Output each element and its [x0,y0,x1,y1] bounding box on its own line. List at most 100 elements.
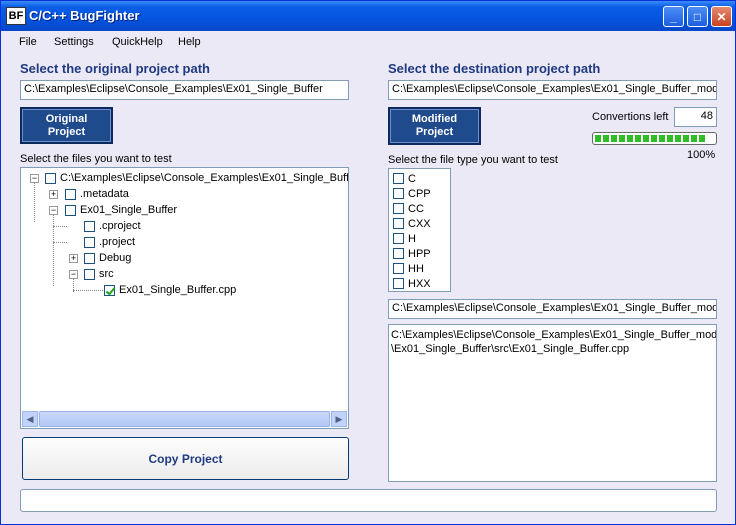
menu-settings[interactable]: Settings [54,36,94,48]
collapse-icon[interactable]: − [30,174,39,183]
destination-path-heading: Select the destination project path [388,61,601,76]
files-label: Select the files you want to test [20,153,172,165]
output-line: C:\Examples\Eclipse\Console_Examples\Ex0… [391,329,717,341]
app-icon: BF [6,7,26,25]
destination-path-input[interactable]: C:\Examples\Eclipse\Console_Examples\Ex0… [388,80,717,100]
filetype-label: C [408,172,416,185]
filetype-option-cc[interactable]: CC [393,201,424,216]
tree-checkbox[interactable] [84,252,95,264]
original-path-heading: Select the original project path [20,61,210,76]
progress-segment [651,135,657,142]
tree-node-debug[interactable]: Debug [84,250,131,266]
filetype-option-hxx[interactable]: HXX [393,276,431,291]
tree-node-dotproject[interactable]: .project [84,234,135,250]
original-project-button[interactable]: Original Project [20,107,113,144]
filetype-checkbox[interactable] [393,278,404,289]
menu-bar: File Settings QuickHelp Help [1,31,735,53]
tree-node-project[interactable]: Ex01_Single_Buffer [65,202,177,218]
filetype-checkbox[interactable] [393,233,404,244]
progress-segment [595,135,601,142]
conversions-progress-bar [592,132,717,145]
filetype-label: HPP [408,247,431,260]
tree-line [53,242,67,243]
filetype-checkbox[interactable] [393,173,404,184]
tree-checkbox[interactable] [84,268,95,280]
close-button[interactable]: ✕ [711,6,732,27]
scroll-right-icon[interactable]: ▶ [331,411,347,427]
scroll-left-icon[interactable]: ◀ [22,411,38,427]
scrollbar-thumb[interactable] [39,411,330,427]
filetype-label: CC [408,202,424,215]
tree-node-label: C:\Examples\Eclipse\Console_Examples\Ex0… [60,172,349,184]
progress-segment [619,135,625,142]
status-bar [20,489,717,512]
tree-node-label: .metadata [80,188,129,200]
filetype-label: CPP [408,187,431,200]
filetype-label: Select the file type you want to test [388,154,558,166]
tree-node-label: Ex01_Single_Buffer.cpp [119,284,237,296]
filetype-option-cxx[interactable]: CXX [393,216,431,231]
menu-quickhelp[interactable]: QuickHelp [112,36,163,48]
tree-node-label: Ex01_Single_Buffer [80,204,178,216]
tree-checkbox[interactable] [65,204,76,216]
expand-icon[interactable]: + [69,254,78,263]
progress-segment [667,135,673,142]
progress-segment [691,135,697,142]
original-path-input[interactable]: C:\Examples\Eclipse\Console_Examples\Ex0… [20,80,349,100]
filetype-list[interactable]: C CPP CC CXX H HPP HH HXX [388,168,451,292]
tree-node-metadata[interactable]: .metadata [65,186,129,202]
tree-line [53,226,67,227]
tree-checkbox[interactable] [84,236,95,248]
expand-icon[interactable]: + [49,190,58,199]
filetype-checkbox[interactable] [393,203,404,214]
progress-segment [675,135,681,142]
progress-segment [627,135,633,142]
tree-checkbox[interactable] [45,172,56,184]
maximize-button[interactable]: □ [687,6,708,27]
menu-file[interactable]: File [19,36,37,48]
progress-segment [611,135,617,142]
tree-node-label: .cproject [99,220,141,232]
filetype-checkbox[interactable] [393,263,404,274]
tree-node-src[interactable]: src [84,266,114,282]
tree-checkbox[interactable] [65,188,76,200]
output-textarea[interactable]: C:\Examples\Eclipse\Console_Examples\Ex0… [388,324,717,482]
progress-segment [683,135,689,142]
destination-folder-field[interactable]: C:\Examples\Eclipse\Console_Examples\Ex0… [388,299,717,319]
progress-segment [635,135,641,142]
progress-segment [659,135,665,142]
app-window: BF C/C++ BugFighter _ □ ✕ File Settings … [0,0,736,525]
conversions-left-value: 48 [674,107,717,127]
collapse-icon[interactable]: − [49,206,58,215]
collapse-icon[interactable]: − [69,270,78,279]
progress-percent-label: 100% [687,149,716,161]
horizontal-scrollbar[interactable]: ◀ ▶ [22,411,347,427]
filetype-option-c[interactable]: C [393,171,416,186]
filetype-option-hh[interactable]: HH [393,261,424,276]
menu-help[interactable]: Help [178,36,201,48]
window-title: C/C++ BugFighter [29,8,140,23]
tree-node-label: src [99,268,114,280]
tree-node-label: .project [99,236,136,248]
minimize-button[interactable]: _ [663,6,684,27]
filetype-option-hpp[interactable]: HPP [393,246,431,261]
filetype-checkbox[interactable] [393,218,404,229]
progress-segment [643,135,649,142]
tree-node-cpp-file[interactable]: Ex01_Single_Buffer.cpp [104,282,236,298]
title-bar[interactable]: BF C/C++ BugFighter _ □ ✕ [1,1,735,31]
filetype-checkbox[interactable] [393,248,404,259]
tree-node-label: Debug [99,252,132,264]
progress-segment [603,135,609,142]
modified-project-button[interactable]: Modified Project [388,107,481,145]
tree-checkbox-checked[interactable] [104,284,115,296]
filetype-checkbox[interactable] [393,188,404,199]
file-tree[interactable]: − C:\Examples\Eclipse\Console_Examples\E… [20,167,349,429]
tree-node-root[interactable]: C:\Examples\Eclipse\Console_Examples\Ex0… [45,170,349,186]
filetype-label: H [408,232,416,245]
tree-checkbox[interactable] [84,220,95,232]
tree-node-cproject[interactable]: .cproject [84,218,141,234]
filetype-option-h[interactable]: H [393,231,416,246]
filetype-label: CXX [408,217,431,230]
copy-project-button[interactable]: Copy Project [22,437,349,480]
filetype-option-cpp[interactable]: CPP [393,186,431,201]
